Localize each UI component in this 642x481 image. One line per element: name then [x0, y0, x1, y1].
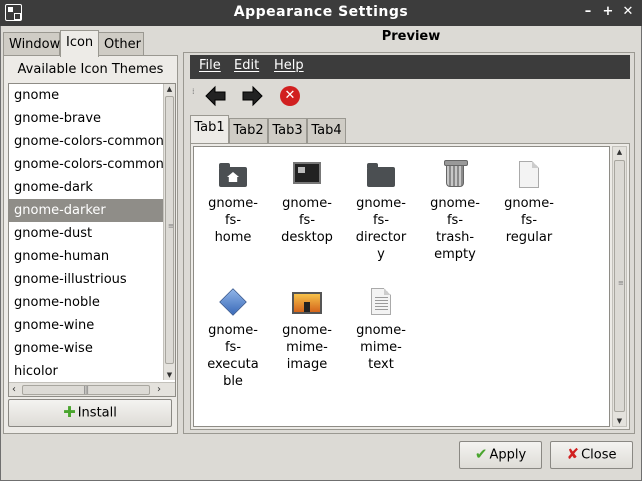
- icon-themes-heading: Available Icon Themes: [17, 62, 164, 77]
- tab1[interactable]: Tab1: [190, 115, 229, 143]
- icon-label: gnome- mime- text: [356, 323, 406, 372]
- scroll-down-arrow-icon[interactable]: ▼: [613, 417, 626, 425]
- tab-icon[interactable]: Icon: [60, 30, 99, 57]
- theme-list-item[interactable]: gnome-human: [9, 245, 164, 268]
- theme-list-item[interactable]: gnome-colors-common: [9, 130, 164, 153]
- icon-item-fs-home[interactable]: gnome- fs- home: [198, 159, 268, 246]
- theme-items: gnome gnome-brave gnome-colors-common gnome…: [9, 84, 164, 380]
- icon-preview-view[interactable]: gnome- fs- home gnome- fs- desktop gnome…: [193, 146, 610, 427]
- scroll-right-arrow-icon[interactable]: ›: [157, 384, 161, 395]
- apply-button[interactable]: ✔ Apply: [459, 441, 542, 469]
- icon-label: gnome- fs- executa ble: [207, 323, 259, 389]
- preview-menubar: File Edit Help: [190, 55, 630, 79]
- toolbar-grip[interactable]: ⁞: [192, 88, 195, 96]
- tab3[interactable]: Tab3: [268, 118, 307, 143]
- tab4[interactable]: Tab4: [307, 118, 346, 143]
- icon-theme-panel: Available Icon Themes gnome gnome-brave gn…: [3, 55, 178, 434]
- trash-icon: [439, 159, 471, 191]
- icon-label: gnome- fs- desktop: [281, 196, 333, 245]
- theme-list-item[interactable]: gnome-brave: [9, 107, 164, 130]
- apply-label: Apply: [489, 447, 527, 463]
- icon-label: gnome- fs- regular: [504, 196, 554, 245]
- icon-item-fs-directory[interactable]: gnome- fs- director y: [346, 159, 416, 263]
- theme-list-item[interactable]: hicolor: [9, 360, 164, 380]
- image-icon: [291, 286, 323, 318]
- theme-list-item[interactable]: gnome-noble: [9, 291, 164, 314]
- preview-scroll-thumb[interactable]: ≡: [614, 160, 625, 412]
- icon-item-mime-text[interactable]: gnome- mime- text: [346, 286, 416, 373]
- icon-item-fs-regular[interactable]: gnome- fs- regular: [494, 159, 564, 246]
- file-icon: [513, 159, 545, 191]
- theme-list-item[interactable]: gnome-wine: [9, 314, 164, 337]
- arrow-left-icon: [205, 85, 226, 107]
- stop-button[interactable]: ✕: [278, 84, 304, 110]
- scroll-left-arrow-icon[interactable]: ‹: [12, 384, 16, 395]
- icon-item-fs-trash-empty[interactable]: gnome- fs- trash- empty: [420, 159, 490, 263]
- icon-label: gnome- fs- home: [208, 196, 258, 245]
- tab-other[interactable]: Other: [98, 32, 144, 56]
- desktop-icon: [291, 159, 323, 191]
- executable-icon: [217, 286, 249, 318]
- theme-list-item[interactable]: gnome-colors-common: [9, 153, 164, 176]
- close-label: Close: [581, 447, 617, 463]
- tab2[interactable]: Tab2: [229, 118, 268, 143]
- theme-list-item[interactable]: gnome-darker: [9, 199, 164, 222]
- theme-list-item[interactable]: gnome-dust: [9, 222, 164, 245]
- icon-item-mime-image[interactable]: gnome- mime- image: [272, 286, 342, 373]
- theme-list-item[interactable]: gnome-dark: [9, 176, 164, 199]
- preview-toolbar: ⁞ ✕: [190, 82, 630, 110]
- title-bar: Appearance Settings – + ✕: [0, 0, 642, 26]
- folder-icon: [365, 159, 397, 191]
- install-button[interactable]: ✚ Install: [8, 399, 172, 427]
- text-file-icon: [365, 286, 397, 318]
- install-label: Install: [77, 405, 117, 421]
- maximize-button[interactable]: +: [599, 3, 617, 21]
- menu-file[interactable]: File: [199, 58, 221, 73]
- preview-vscrollbar[interactable]: ▲ ≡ ▼: [612, 146, 627, 427]
- menu-help[interactable]: Help: [274, 58, 304, 73]
- scroll-thumb[interactable]: ≡: [165, 96, 174, 364]
- back-button[interactable]: [204, 84, 230, 110]
- theme-list-item[interactable]: gnome-illustrious: [9, 268, 164, 291]
- tab1-content: gnome- fs- home gnome- fs- desktop gnome…: [190, 143, 630, 430]
- theme-list-item[interactable]: gnome-wise: [9, 337, 164, 360]
- folder-home-icon: [217, 159, 249, 191]
- icon-item-fs-executable[interactable]: gnome- fs- executa ble: [198, 286, 268, 390]
- minimize-button[interactable]: –: [579, 3, 597, 21]
- plus-icon: ✚: [63, 403, 76, 421]
- preview-panel: File Edit Help ⁞ ✕ Tab1 Tab2 Tab3 Tab4 g…: [183, 52, 635, 434]
- window-title: Appearance Settings: [233, 4, 409, 20]
- menu-edit[interactable]: Edit: [234, 58, 259, 73]
- tab-window[interactable]: Window: [3, 32, 60, 56]
- hscroll-thumb[interactable]: |||: [22, 385, 150, 395]
- theme-list-vscrollbar[interactable]: ▲ ≡ ▼: [163, 84, 175, 380]
- stop-icon: ✕: [280, 86, 300, 106]
- scroll-up-arrow-icon[interactable]: ▲: [164, 85, 175, 93]
- icon-label: gnome- fs- trash- empty: [430, 196, 480, 262]
- forward-button[interactable]: [240, 84, 266, 110]
- close-window-button[interactable]: ✕: [619, 3, 637, 21]
- checkmark-icon: ✔: [474, 445, 488, 463]
- scroll-up-arrow-icon[interactable]: ▲: [613, 148, 626, 156]
- theme-list-item[interactable]: gnome: [9, 84, 164, 107]
- icon-label: gnome- mime- image: [282, 323, 332, 372]
- close-icon: ✘: [566, 445, 580, 463]
- scroll-down-arrow-icon[interactable]: ▼: [164, 371, 175, 379]
- icon-label: gnome- fs- director y: [355, 196, 407, 262]
- close-button[interactable]: ✘ Close: [550, 441, 633, 469]
- icon-item-fs-desktop[interactable]: gnome- fs- desktop: [272, 159, 342, 246]
- icon-theme-list[interactable]: gnome gnome-brave gnome-colors-common gnome…: [8, 83, 176, 397]
- arrow-right-icon: [242, 85, 263, 107]
- theme-list-hscrollbar[interactable]: ‹ ||| ›: [9, 382, 175, 396]
- preview-heading: Preview: [381, 29, 441, 44]
